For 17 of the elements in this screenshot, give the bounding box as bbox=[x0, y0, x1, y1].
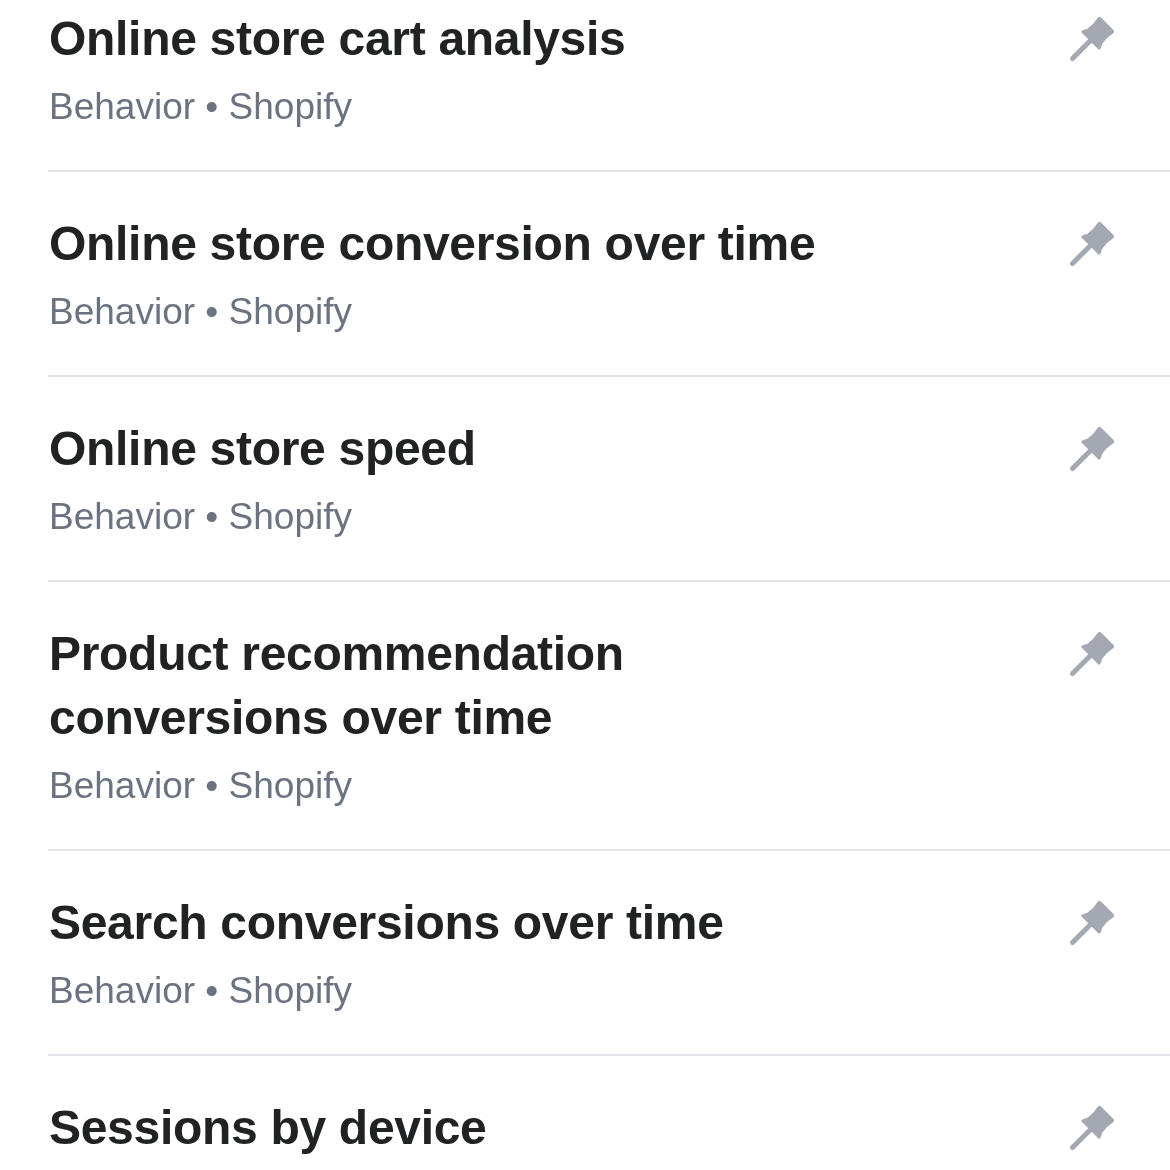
report-title[interactable]: Search conversions over time bbox=[49, 891, 879, 955]
report-meta: Behavior • Shopify bbox=[49, 971, 352, 1011]
pin-icon[interactable] bbox=[1068, 1104, 1116, 1152]
report-title[interactable]: Online store speed bbox=[49, 417, 879, 481]
report-title[interactable]: Online store conversion over time bbox=[49, 212, 879, 276]
report-meta: Behavior • Shopify bbox=[49, 766, 352, 806]
pin-icon[interactable] bbox=[1068, 425, 1116, 473]
pin-icon[interactable] bbox=[1068, 15, 1116, 63]
report-title[interactable]: Sessions by device bbox=[49, 1096, 879, 1160]
report-meta: Behavior • Shopify bbox=[49, 87, 352, 127]
pin-icon[interactable] bbox=[1068, 220, 1116, 268]
pin-icon[interactable] bbox=[1068, 899, 1116, 947]
report-meta: Behavior • Shopify bbox=[49, 292, 352, 332]
report-title[interactable]: Online store cart analysis bbox=[49, 7, 879, 71]
pin-icon[interactable] bbox=[1068, 630, 1116, 678]
report-meta: Behavior • Shopify bbox=[49, 497, 352, 537]
report-title[interactable]: Product recommendation conversions over time bbox=[49, 622, 879, 750]
